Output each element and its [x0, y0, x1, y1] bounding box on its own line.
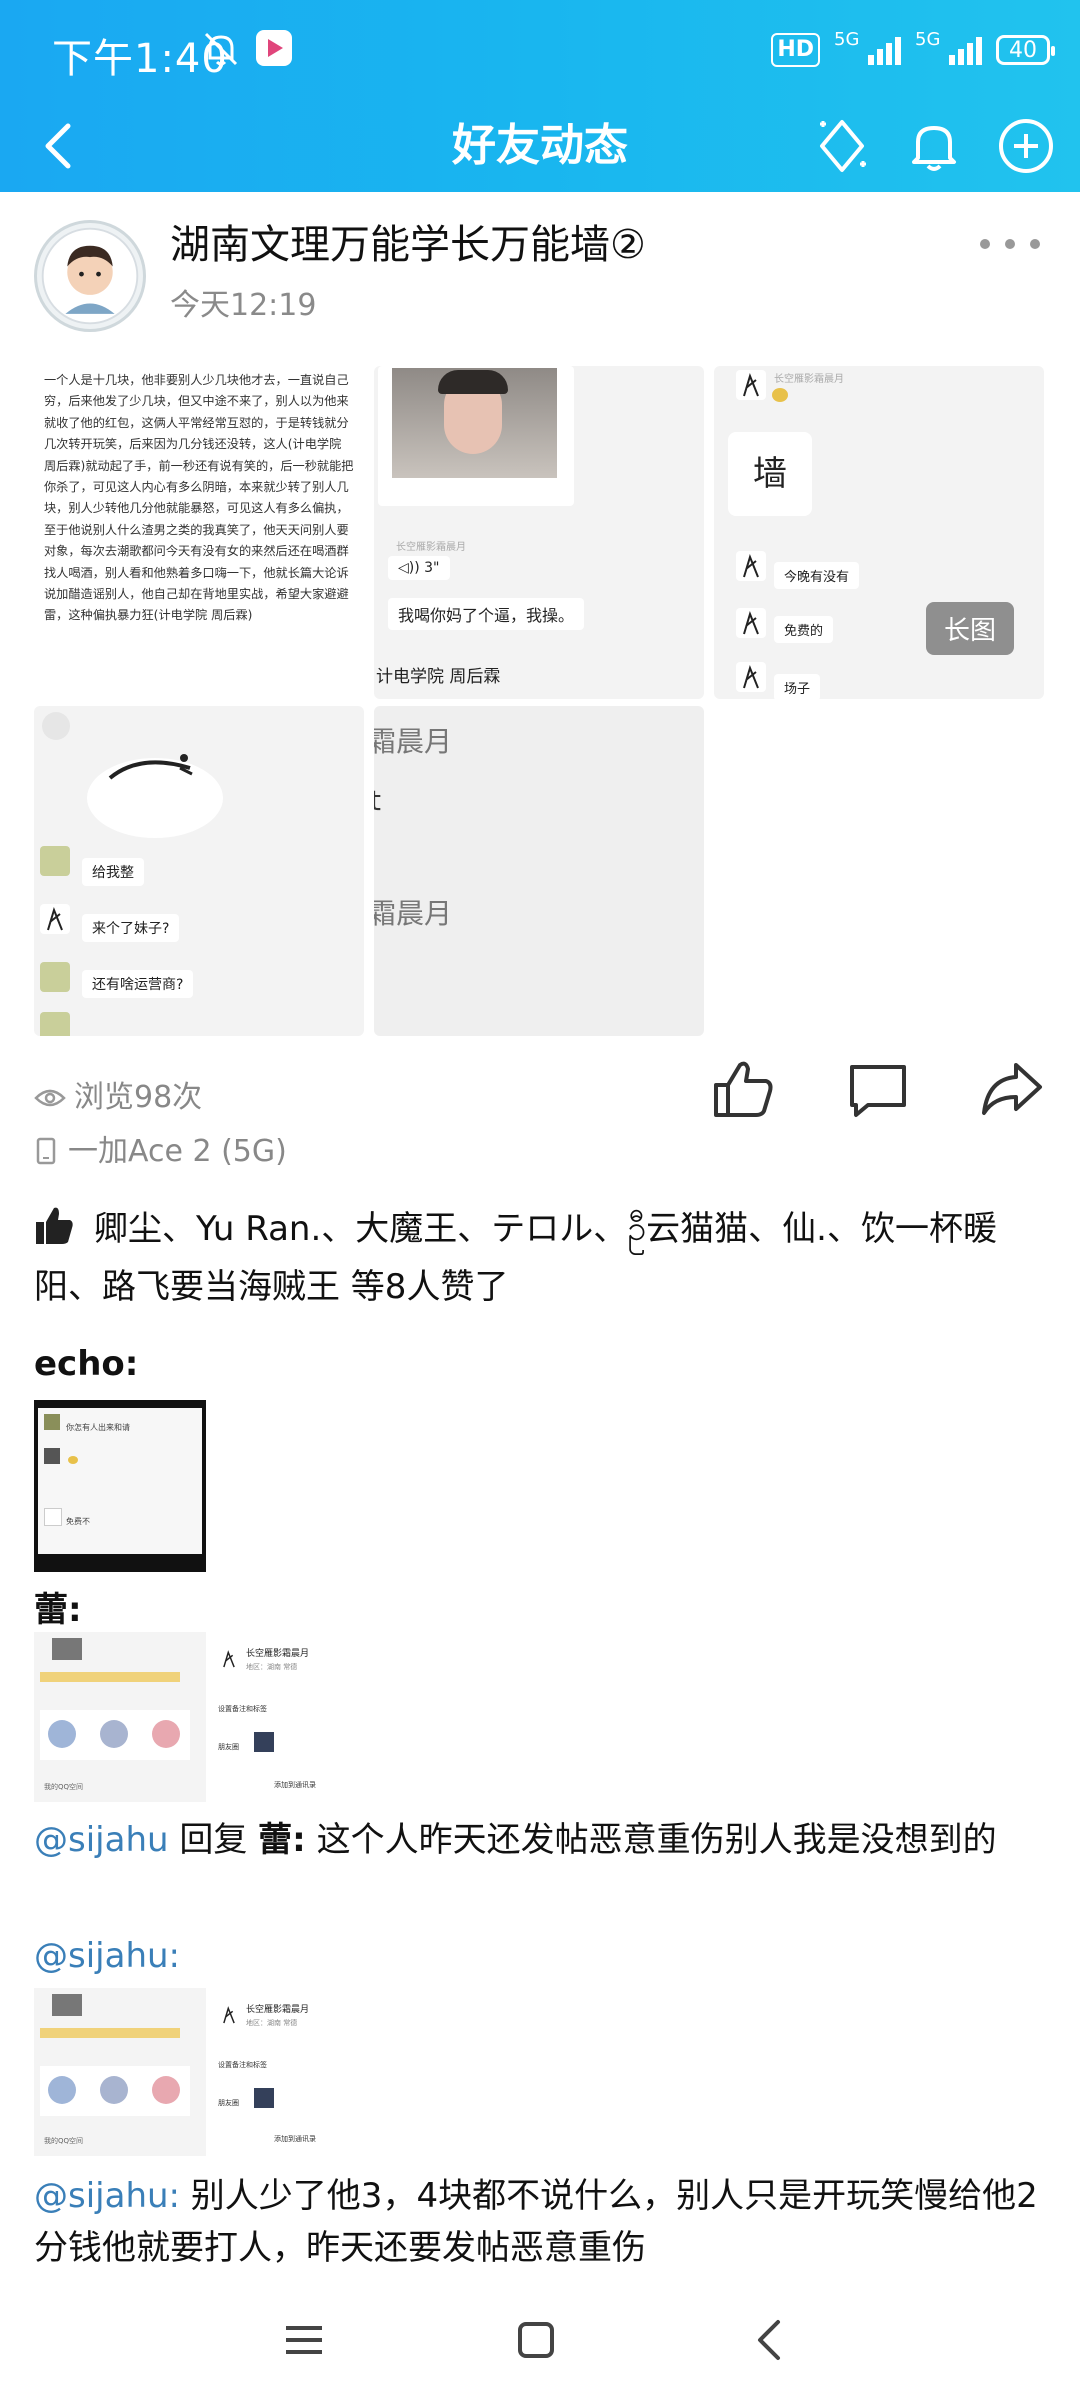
- device-info: 一加Ace 2 (5G): [34, 1126, 287, 1170]
- author-avatar[interactable]: [34, 220, 146, 332]
- battery-icon: 40: [996, 35, 1055, 65]
- app-header: 下午1:40 HD 5G 5G 40 好友动态: [0, 0, 1080, 192]
- likes-list: 卿尘、Yu Ran.、大魔王、テロル、ဦ云猫猫、仙.、饮一杯暖阳、路飞要当海贼王…: [34, 1200, 1044, 1316]
- blurred-photo: [392, 368, 557, 478]
- post-image-4[interactable]: 给我整 来个了妹子? 还有啥运营商?: [34, 706, 364, 1036]
- comment-image-echo[interactable]: 你怎有人出来和请 免费不: [34, 1400, 206, 1572]
- long-image-badge: 长图: [925, 602, 1014, 655]
- phone-icon: [36, 1137, 56, 1165]
- voice-message: ◁)) 3": [388, 556, 450, 580]
- system-nav-bar: [0, 2290, 1080, 2400]
- back-nav-icon[interactable]: [740, 2310, 800, 2370]
- comment-reply: @sijahu 回复 蕾: 这个人昨天还发帖恶意重伤别人我是没想到的: [34, 1820, 997, 1860]
- chat-caption: 计电学院 周后霖: [376, 667, 501, 687]
- sparkle-icon[interactable]: [808, 112, 876, 180]
- more-options-icon[interactable]: [980, 234, 1040, 254]
- post-time: 今天12:19: [170, 288, 317, 323]
- home-icon[interactable]: [506, 2310, 566, 2370]
- post-header: 湖南文理万能学长万能墙② 今天12:19: [0, 192, 1080, 352]
- comment-author-sijahu: @sijahu:: [34, 1936, 180, 1976]
- chat-avatar: [736, 370, 766, 400]
- comment-author[interactable]: echo:: [34, 1344, 138, 1384]
- post-image-2[interactable]: 长空雁影霜晨月 ◁)) 3" 我喝你妈了个逼，我操。 计电学院 周后霖: [374, 366, 704, 699]
- post-image-5[interactable]: 霜晨月 t 霜晨月: [374, 706, 704, 1036]
- signal-2-icon: 5G: [915, 29, 982, 65]
- post-image-3[interactable]: 长空雁影霜晨月 墙 今晚有没有 免费的 场子 长图: [714, 366, 1044, 699]
- status-right: HD 5G 5G 40: [771, 28, 1055, 72]
- add-icon[interactable]: [992, 112, 1060, 180]
- like-filled-icon: [36, 1207, 73, 1244]
- signal-1-icon: 5G: [834, 29, 901, 65]
- comment-icon[interactable]: [844, 1055, 912, 1123]
- wall-label: 墙: [728, 432, 812, 516]
- notification-bell-icon[interactable]: [900, 112, 968, 180]
- hd-voice-badge: HD: [771, 33, 820, 67]
- photo-message: [378, 366, 574, 506]
- status-bar: 下午1:40 HD 5G 5G 40: [0, 0, 1080, 100]
- essay-text: 一个人是十几块，他非要别人少几块他才去，一直说自己穷，后来他发了少几块，但又中途…: [44, 373, 354, 623]
- view-count: 浏览98次: [34, 1072, 202, 1116]
- comment-image-sijahu[interactable]: 我的QQ空间 长空雁影霜晨月 地区：湖南 常德 设置备注和标签 朋友圈 添加到通…: [34, 1988, 394, 2156]
- chat-message: 我喝你妈了个逼，我操。: [388, 598, 585, 630]
- like-icon[interactable]: [708, 1055, 776, 1123]
- comment-image-lei[interactable]: 我的QQ空间 长空雁影霜晨月 地区：湖南 常德 设置备注和标签 朋友圈 添加到通…: [34, 1632, 394, 1802]
- comment-sijahu-text: @sijahu: 别人少了他3，4块都不说什么，别人只是开玩笑慢给他2分钱他就要…: [34, 2176, 1038, 2268]
- author-name[interactable]: 湖南文理万能学长万能墙②: [170, 212, 646, 270]
- post-image-1[interactable]: 一个人是十几块，他非要别人少几块他才去，一直说自己穷，后来他发了少几块，但又中途…: [34, 366, 364, 699]
- menu-icon[interactable]: [274, 2310, 334, 2370]
- bell-off-icon: [204, 32, 238, 66]
- share-icon[interactable]: [978, 1055, 1046, 1123]
- nav-bar: 好友动态: [0, 100, 1080, 192]
- sticker-image: [87, 754, 223, 838]
- eye-icon: [34, 1089, 66, 1107]
- comment-author[interactable]: 蕾:: [34, 1582, 82, 1631]
- app-notification-icon: [256, 30, 292, 66]
